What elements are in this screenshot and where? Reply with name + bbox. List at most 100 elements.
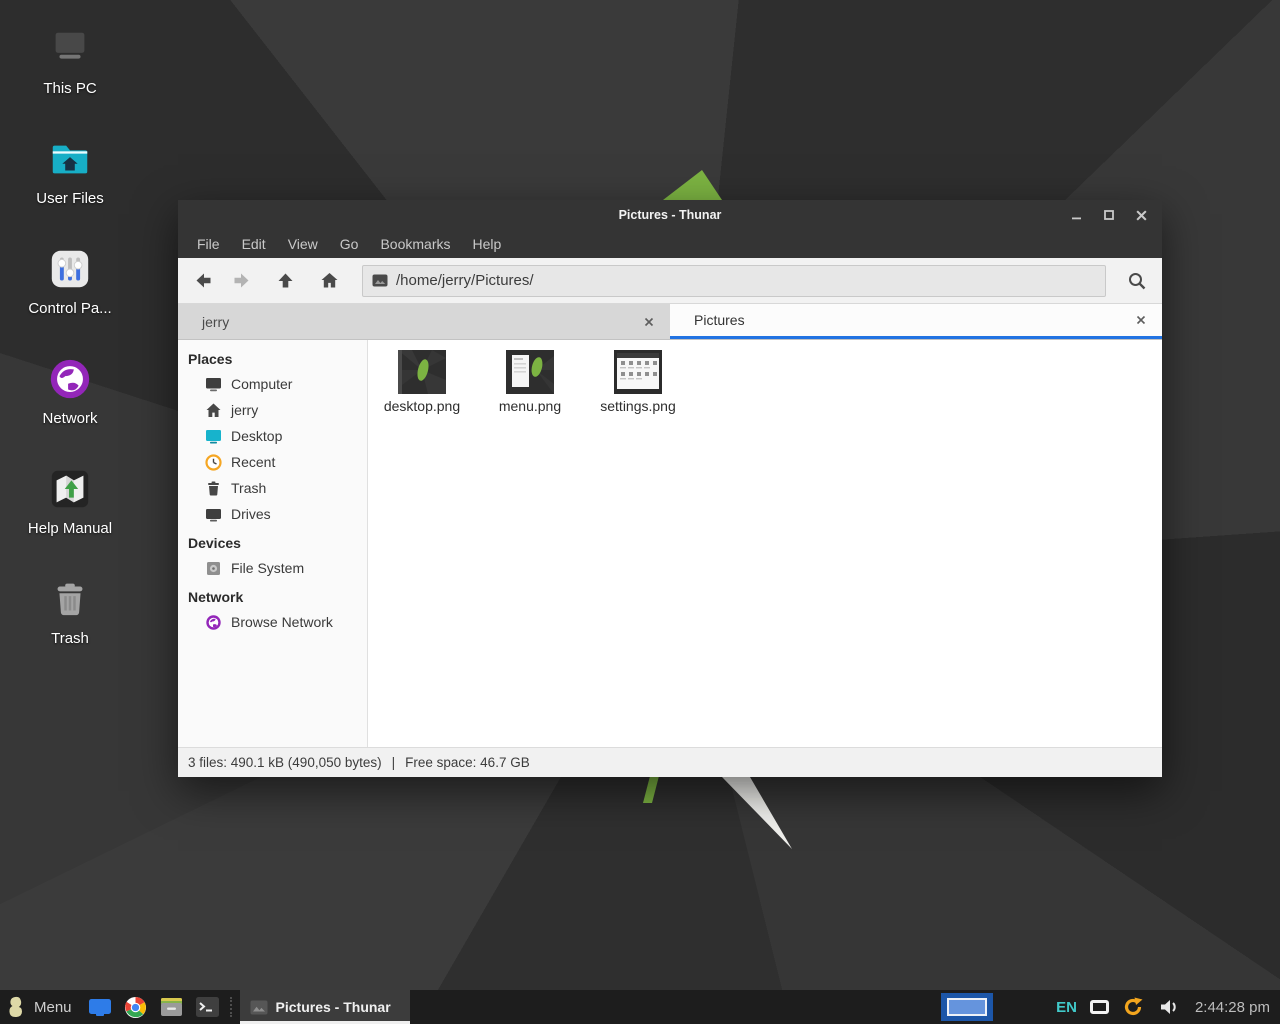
up-arrow-icon — [276, 271, 295, 290]
image-thumbnail — [614, 350, 662, 394]
file-desktop-png[interactable]: desktop.png — [376, 350, 468, 414]
sidebar-item-jerry[interactable]: jerry — [178, 397, 367, 423]
sidebar-header-places: Places — [178, 346, 367, 371]
filesystem-drive-icon — [205, 560, 222, 577]
sidebar-item-label: Drives — [231, 506, 271, 522]
sidebar-item-label: Recent — [231, 454, 275, 470]
sidebar-item-drives[interactable]: Drives — [178, 501, 367, 527]
back-arrow-icon — [194, 271, 213, 290]
file-name: menu.png — [484, 398, 576, 414]
desktop-icon-label: Trash — [18, 630, 122, 647]
tab-close-icon[interactable] — [1132, 311, 1150, 329]
system-tray: EN 2:44:28 pm — [941, 990, 1280, 1024]
sidebar-header-devices: Devices — [178, 530, 367, 555]
sidebar-item-label: Desktop — [231, 428, 282, 444]
show-desktop-icon[interactable] — [88, 995, 112, 1019]
workspace-switcher[interactable] — [941, 993, 993, 1021]
path-bar[interactable]: /home/jerry/Pictures/ — [362, 265, 1106, 297]
menu-edit[interactable]: Edit — [231, 232, 277, 256]
desktop-icon-trash[interactable]: Trash — [18, 576, 122, 647]
taskbar: Menu Pictures - Thunar EN 2:44:28 pm — [0, 990, 1280, 1024]
home-icon — [320, 271, 339, 290]
forward-arrow-icon — [232, 271, 251, 290]
forward-button[interactable] — [224, 265, 258, 297]
sidebar-item-label: Computer — [231, 376, 292, 392]
image-thumbnail — [398, 350, 446, 394]
home-icon — [205, 402, 222, 419]
back-button[interactable] — [186, 265, 220, 297]
titlebar[interactable]: Pictures - Thunar — [178, 200, 1162, 230]
start-menu-button[interactable]: Menu — [0, 990, 82, 1024]
sidebar-item-file-system[interactable]: File System — [178, 555, 367, 581]
status-bar: 3 files: 490.1 kB (490,050 bytes) | Free… — [178, 747, 1162, 777]
network-globe-icon — [205, 614, 222, 631]
terminal-icon[interactable] — [196, 995, 220, 1019]
search-button[interactable] — [1120, 265, 1154, 297]
file-name: settings.png — [592, 398, 684, 414]
desktop-icon-label: Help Manual — [18, 520, 122, 537]
file-pane[interactable]: desktop.png menu.png settings.png — [368, 340, 1162, 747]
tab-label: Pictures — [694, 312, 745, 328]
desktop-icon-control-panel[interactable]: Control Pa... — [18, 246, 122, 317]
sidebar-header-network: Network — [178, 584, 367, 609]
sidebar-item-desktop[interactable]: Desktop — [178, 423, 367, 449]
path-text[interactable]: /home/jerry/Pictures/ — [396, 272, 534, 289]
sidebar-item-label: Browse Network — [231, 614, 333, 630]
desktop-icon-user-files[interactable]: User Files — [18, 136, 122, 207]
file-settings-png[interactable]: settings.png — [592, 350, 684, 414]
desktop-icon-label: Control Pa... — [18, 300, 122, 317]
task-button-thunar[interactable]: Pictures - Thunar — [240, 990, 410, 1024]
desktop-icon-network[interactable]: Network — [18, 356, 122, 427]
menu-label: Menu — [34, 999, 72, 1016]
image-file-icon — [250, 1000, 268, 1015]
file-manager-icon[interactable] — [160, 995, 184, 1019]
up-button[interactable] — [268, 265, 302, 297]
keyboard-layout-indicator[interactable]: EN — [1056, 999, 1077, 1016]
sidebar-item-computer[interactable]: Computer — [178, 371, 367, 397]
sidebar-item-label: Trash — [231, 480, 266, 496]
active-workspace[interactable] — [947, 998, 987, 1016]
file-menu-png[interactable]: menu.png — [484, 350, 576, 414]
menu-view[interactable]: View — [277, 232, 329, 256]
sidebar-item-label: jerry — [231, 402, 258, 418]
tab-pictures[interactable]: Pictures — [670, 304, 1162, 339]
sidebar-item-recent[interactable]: Recent — [178, 449, 367, 475]
toolbar: /home/jerry/Pictures/ — [178, 258, 1162, 304]
task-button-label: Pictures - Thunar — [276, 999, 391, 1015]
menu-help[interactable]: Help — [462, 232, 513, 256]
mint-logo-icon — [6, 995, 26, 1019]
trash-icon — [205, 480, 222, 497]
taskbar-clock[interactable]: 2:44:28 pm — [1195, 999, 1270, 1016]
desktop-icon-help-manual[interactable]: Help Manual — [18, 466, 122, 537]
chrome-icon[interactable] — [124, 995, 148, 1019]
menu-bookmarks[interactable]: Bookmarks — [369, 232, 461, 256]
desktop-icon-label: Network — [18, 410, 122, 427]
sidebar: Places Computer jerry Desktop Recent Tra… — [178, 340, 368, 747]
home-folder-icon — [47, 136, 93, 182]
sidebar-item-label: File System — [231, 560, 304, 576]
home-button[interactable] — [312, 265, 346, 297]
control-panel-icon — [47, 246, 93, 292]
tab-close-icon[interactable] — [640, 313, 658, 331]
computer-icon — [47, 26, 93, 72]
minimize-button[interactable] — [1064, 204, 1090, 226]
desktop-icon-this-pc[interactable]: This PC — [18, 26, 122, 97]
close-button[interactable] — [1128, 204, 1154, 226]
file-name: desktop.png — [376, 398, 468, 414]
update-manager-icon[interactable] — [1121, 995, 1145, 1019]
sidebar-item-browse-network[interactable]: Browse Network — [178, 609, 367, 635]
search-icon — [1127, 271, 1147, 291]
sidebar-item-trash[interactable]: Trash — [178, 475, 367, 501]
tab-bar: jerry Pictures — [178, 304, 1162, 340]
window-title: Pictures - Thunar — [178, 208, 1162, 222]
tab-label: jerry — [202, 314, 229, 330]
tab-jerry[interactable]: jerry — [178, 304, 670, 339]
computer-icon — [205, 376, 222, 393]
volume-icon[interactable] — [1157, 995, 1181, 1019]
maximize-button[interactable] — [1096, 204, 1122, 226]
keyboard-icon[interactable] — [1090, 1000, 1109, 1014]
menu-file[interactable]: File — [186, 232, 231, 256]
menu-go[interactable]: Go — [329, 232, 370, 256]
free-space: Free space: 46.7 GB — [405, 755, 530, 770]
status-divider: | — [392, 755, 396, 770]
